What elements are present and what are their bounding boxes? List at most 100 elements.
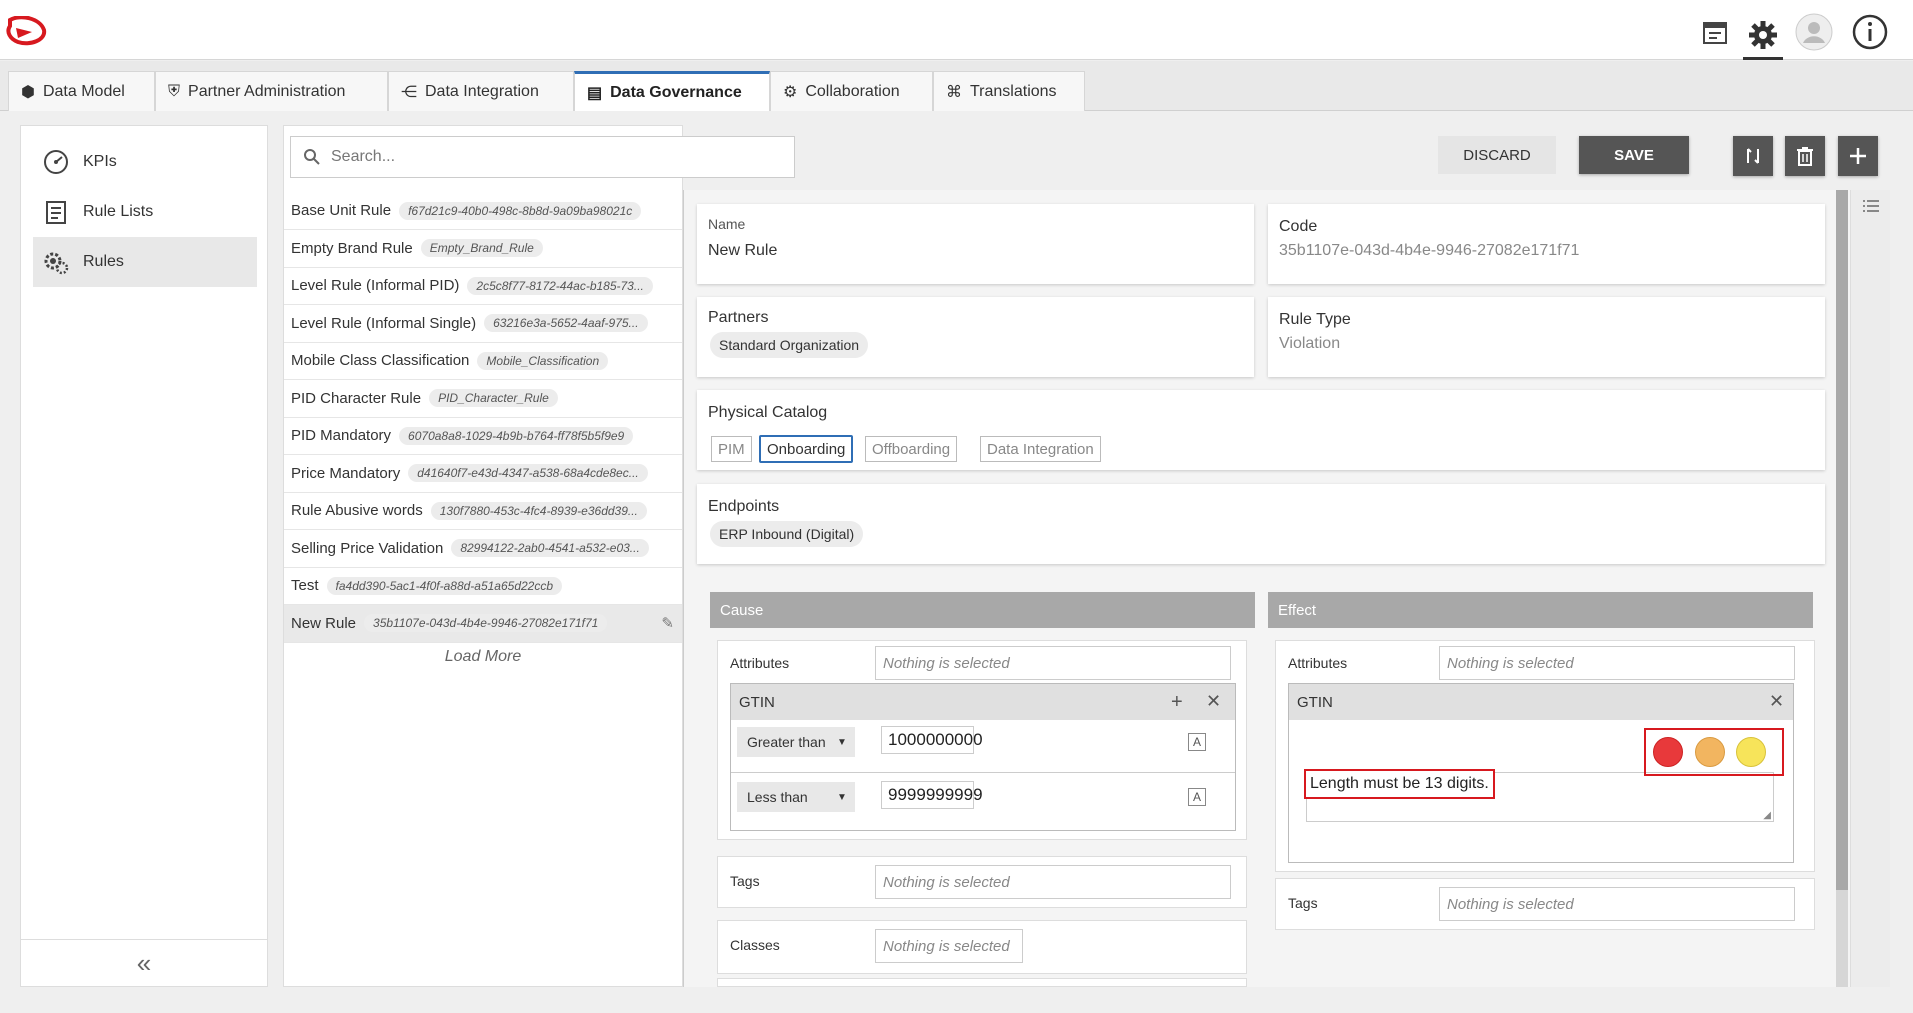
search-box[interactable]: Search... xyxy=(290,136,795,178)
collapse-sidebar-button[interactable]: « xyxy=(21,939,267,987)
scrollbar-thumb[interactable] xyxy=(1836,190,1848,890)
text-format-icon[interactable]: A xyxy=(1188,733,1206,751)
effect-gtin-panel: GTIN ✕ ◢ Length must be 13 digits. xyxy=(1288,683,1794,863)
rule-list-item[interactable]: Mobile Class Classification Mobile_Classi… xyxy=(284,342,682,380)
catalog-option-pim[interactable]: PIM xyxy=(711,436,752,462)
rule-list-item[interactable]: Price Mandatory d41640f7-e43d-4347-a538-6… xyxy=(284,455,682,493)
partner-chip[interactable]: Standard Organization xyxy=(710,332,869,358)
divider xyxy=(731,772,1235,773)
save-button[interactable]: SAVE xyxy=(1579,136,1689,174)
cause-gtin-panel: GTIN + ✕ Greater than ▼ 1000000000 A Les… xyxy=(730,683,1236,831)
tab-collaboration[interactable]: ⚙ Collaboration xyxy=(770,71,933,111)
condition-value-input[interactable]: 9999999999 xyxy=(881,781,983,809)
rule-list-item[interactable]: Empty Brand Rule Empty_Brand_Rule xyxy=(284,230,682,268)
nav-item-kpis[interactable]: KPIs xyxy=(33,137,257,187)
rule-list-item[interactable]: Base Unit Rule f67d21c9-40b0-498c-8b8d-9a… xyxy=(284,192,682,230)
detail-scrollbar[interactable] xyxy=(1836,190,1848,987)
rule-code-pill: f67d21c9-40b0-498c-8b8d-9a09ba98021c xyxy=(399,201,642,220)
rule-code-pill: Empty_Brand_Rule xyxy=(420,239,543,257)
partners-card: Partners Standard Organization xyxy=(697,297,1254,377)
catalog-option-offboarding[interactable]: Offboarding xyxy=(865,436,958,462)
effect-attributes-select[interactable]: Nothing is selected xyxy=(1439,646,1795,680)
discard-button[interactable]: DISCARD xyxy=(1438,136,1556,174)
list-icon[interactable] xyxy=(1861,198,1881,216)
add-condition-icon[interactable]: + xyxy=(1171,691,1183,714)
cause-classes-select[interactable]: Nothing is selected xyxy=(875,929,1023,963)
rule-code-pill: 63216e3a-5652-4aaf-975... xyxy=(484,314,648,332)
code-card: Code 35b1107e-043d-4b4e-9946-27082e171f7… xyxy=(1268,204,1825,284)
rule-list-item[interactable]: Level Rule (Informal Single) 63216e3a-565… xyxy=(284,305,682,343)
side-strip xyxy=(1850,190,1890,987)
checklist-icon xyxy=(46,201,66,224)
edit-pencil-icon[interactable]: ✎ xyxy=(661,614,674,632)
severity-orange-button[interactable] xyxy=(1695,737,1725,767)
refresh-icon xyxy=(1747,148,1759,164)
rules-gear-icon xyxy=(44,252,69,275)
name-field[interactable]: New Rule xyxy=(708,242,777,260)
tab-partner-administration[interactable]: ⛨ Partner Administration xyxy=(155,71,388,111)
cause-attributes-box: Attributes Nothing is selected GTIN + ✕ … xyxy=(717,640,1247,840)
double-chevron-left-icon: « xyxy=(136,948,152,978)
share-nodes-icon: ⋲ xyxy=(401,83,417,101)
close-icon[interactable]: ✕ xyxy=(1206,691,1221,712)
rule-list-item[interactable]: New Rule 35b1107e-043d-4b4e-9946-27082e17… xyxy=(284,604,682,643)
add-button[interactable] xyxy=(1838,136,1878,176)
condition-value-input[interactable]: 1000000000 xyxy=(881,726,983,754)
resize-handle-icon[interactable]: ◢ xyxy=(1763,810,1771,821)
search-input[interactable]: Search... xyxy=(331,148,395,166)
rule-name: PID Mandatory xyxy=(291,427,392,444)
rule-name: Empty Brand Rule xyxy=(291,239,413,257)
severity-red-button[interactable] xyxy=(1653,737,1683,767)
code-value: 35b1107e-043d-4b4e-9946-27082e171f71 xyxy=(1279,242,1580,259)
rule-list-item[interactable]: Rule Abusive words 130f7880-453c-4fc4-893… xyxy=(284,492,682,530)
cause-classes-label: Classes xyxy=(730,937,780,953)
calendar-icon[interactable] xyxy=(1695,12,1735,52)
rule-name: Mobile Class Classification xyxy=(291,352,470,369)
cause-attributes-select[interactable]: Nothing is selected xyxy=(875,646,1231,680)
rule-list-item[interactable]: Level Rule (Informal PID) 2c5c8f77-8172-4… xyxy=(284,267,682,305)
rule-list-item[interactable]: PID Character Rule PID_Character_Rule xyxy=(284,380,682,418)
text-format-icon[interactable]: A xyxy=(1188,788,1206,806)
close-icon[interactable]: ✕ xyxy=(1769,691,1784,712)
rule-name: Selling Price Validation xyxy=(291,539,444,557)
effect-tags-select[interactable]: Nothing is selected xyxy=(1439,887,1795,921)
rule-code-pill: 2c5c8f77-8172-44ac-b185-73... xyxy=(467,276,653,295)
rules-list: Base Unit Rule f67d21c9-40b0-498c-8b8d-9a… xyxy=(284,192,682,643)
tab-translations[interactable]: ⌘ Translations xyxy=(933,71,1085,111)
tab-data-model[interactable]: ⬢ Data Model xyxy=(8,71,155,111)
cause-more-box xyxy=(717,978,1247,987)
severity-yellow-button[interactable] xyxy=(1736,737,1766,767)
operator-label: Less than xyxy=(747,789,808,805)
delete-button[interactable] xyxy=(1785,136,1825,176)
cause-tags-select[interactable]: Nothing is selected xyxy=(875,865,1231,899)
refresh-button[interactable] xyxy=(1733,136,1773,176)
rule-code-pill: Mobile_Classification xyxy=(477,351,609,370)
condition-operator-select[interactable]: Less than ▼ xyxy=(737,782,855,812)
rule-list-item[interactable]: PID Mandatory 6070a8a8-1029-4b9b-b764-ff7… xyxy=(284,417,682,455)
cause-tags-label: Tags xyxy=(730,873,760,889)
rule-name: Level Rule (Informal Single) xyxy=(291,314,477,332)
rule-code-pill: 6070a8a8-1029-4b9b-b764-ff78f5b5f9e9 xyxy=(399,426,634,445)
rule-list-item[interactable]: Selling Price Validation 82994122-2ab0-45… xyxy=(284,530,682,568)
rule-list-item[interactable]: Test fa4dd390-5ac1-4f0f-a88d-a51a65d22ccb xyxy=(284,567,682,605)
info-icon[interactable] xyxy=(1850,12,1890,52)
gear-icon[interactable] xyxy=(1743,12,1783,60)
condition-operator-select[interactable]: Greater than ▼ xyxy=(737,727,855,757)
left-navigation: KPIs Rule Lists Rules « xyxy=(20,125,268,987)
rule-code-pill: 35b1107e-043d-4b4e-9946-27082e171f71 xyxy=(364,614,608,632)
endpoint-chip[interactable]: ERP Inbound (Digital) xyxy=(710,521,864,547)
rule-name: Rule Abusive words xyxy=(291,502,423,519)
tab-data-integration[interactable]: ⋲ Data Integration xyxy=(388,71,574,111)
load-more-link[interactable]: Load More xyxy=(284,648,682,666)
nav-item-rules[interactable]: Rules xyxy=(33,237,257,287)
tab-label: Collaboration xyxy=(805,82,900,100)
rule-name: Test xyxy=(291,577,319,594)
catalog-option-onboarding[interactable]: Onboarding xyxy=(759,435,854,463)
tab-data-governance[interactable]: ▤ Data Governance xyxy=(574,71,770,111)
dropdown-arrow-icon: ▼ xyxy=(837,791,847,803)
nav-item-rule-lists[interactable]: Rule Lists xyxy=(33,187,257,237)
cause-tags-box: Tags Nothing is selected xyxy=(717,856,1247,908)
tab-label: Data Model xyxy=(42,82,125,100)
catalog-option-data-integration[interactable]: Data Integration xyxy=(980,436,1101,462)
user-avatar-icon[interactable] xyxy=(1794,12,1834,52)
